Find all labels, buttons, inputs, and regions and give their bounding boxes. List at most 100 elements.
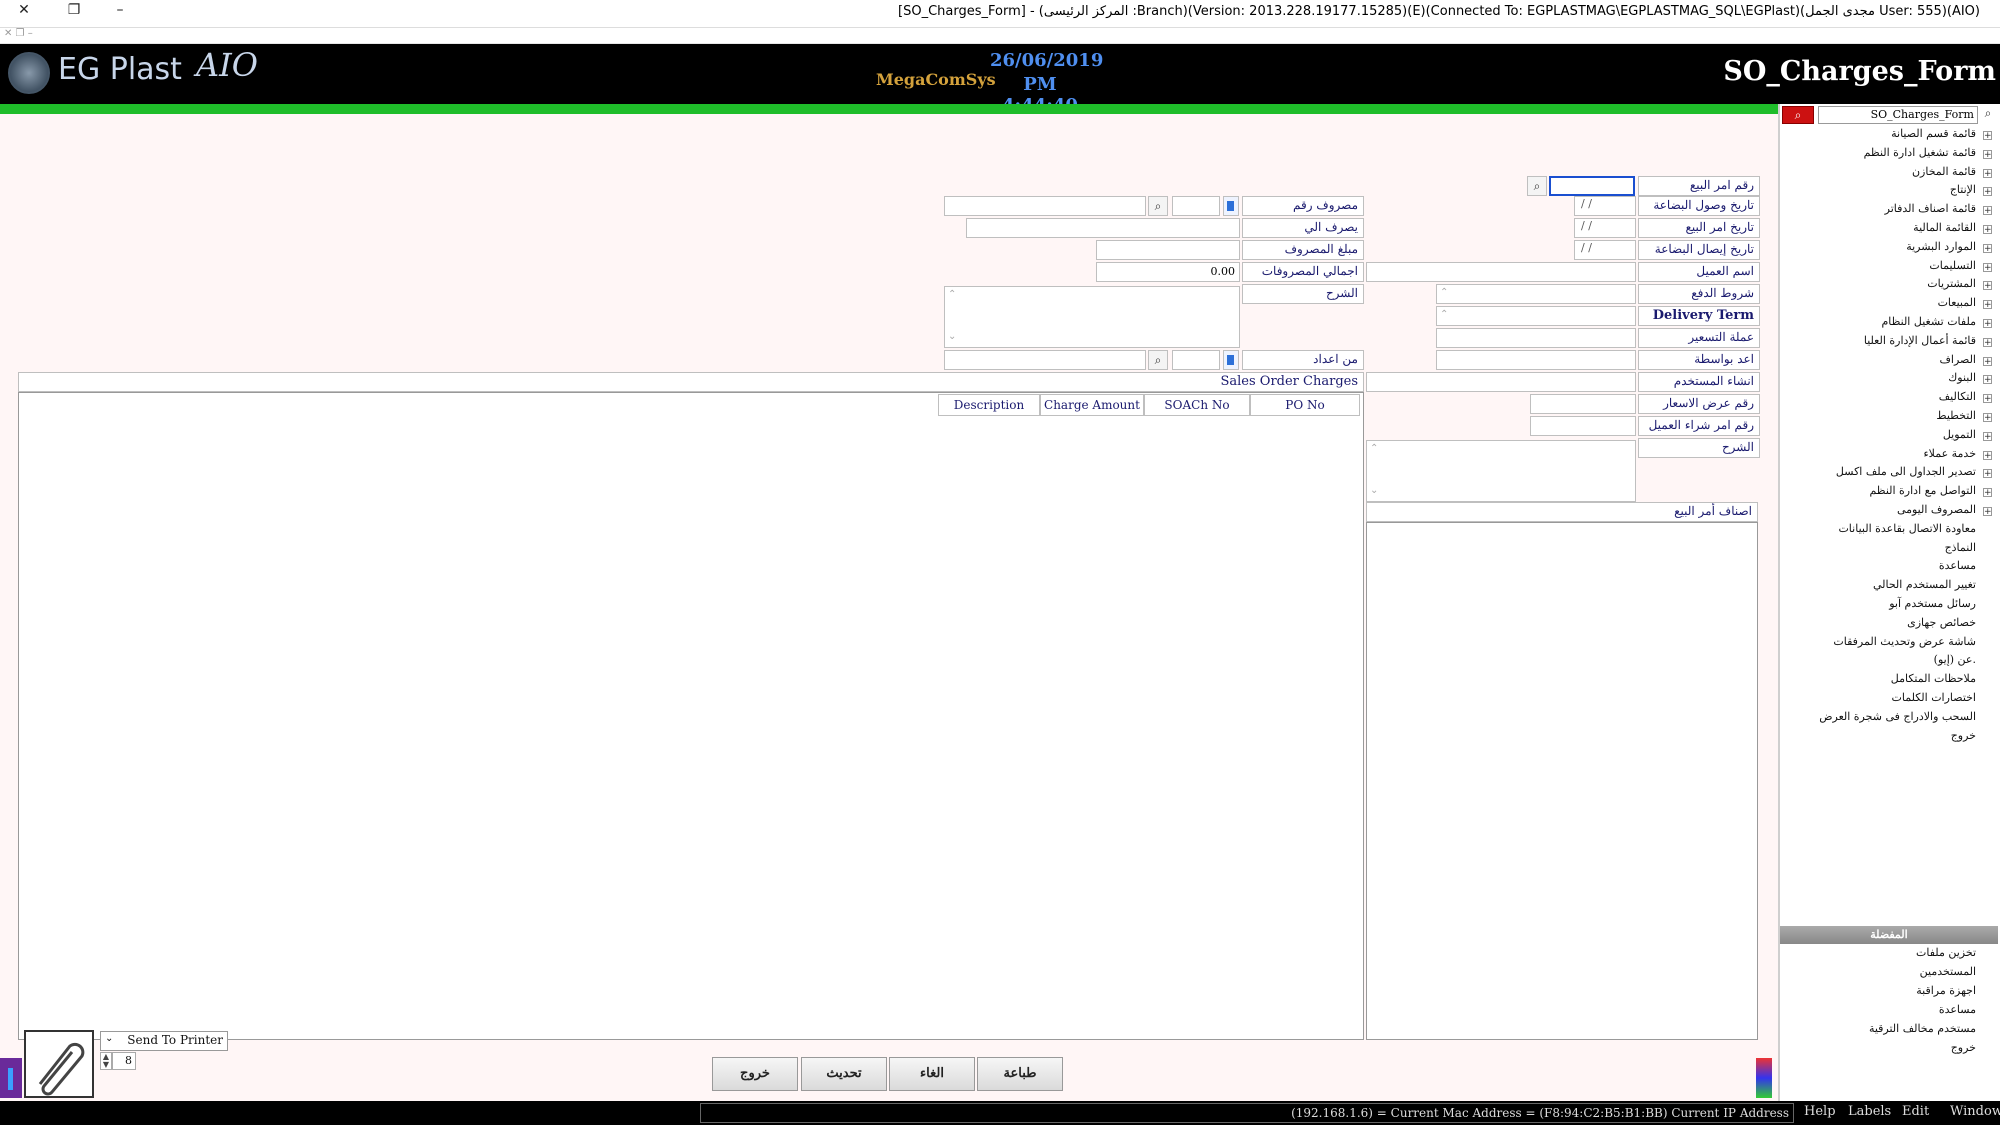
expand-plus-icon[interactable]: +: [1983, 187, 1992, 197]
expand-plus-icon[interactable]: +: [1983, 281, 1992, 291]
expand-plus-icon[interactable]: +: [1983, 507, 1992, 517]
copies-input[interactable]: 8: [112, 1052, 136, 1070]
tree-item[interactable]: مساعدة: [1780, 558, 1998, 576]
tree-item[interactable]: عن (إيو).: [1780, 652, 1998, 670]
prepared-from-search-icon[interactable]: ⌕: [1148, 350, 1168, 370]
tree-item[interactable]: معاودة الاتصال بقاعدة البيانات: [1780, 521, 1998, 539]
delivery-term-select[interactable]: [1436, 306, 1636, 326]
expand-plus-icon[interactable]: +: [1983, 319, 1992, 329]
tree-item[interactable]: النماذج: [1780, 540, 1998, 558]
expand-plus-icon[interactable]: +: [1983, 469, 1992, 479]
created-by-input[interactable]: [1366, 372, 1636, 392]
so-lookup-search-icon[interactable]: ⌕: [1527, 176, 1547, 196]
tree-item[interactable]: قائمة اصناف الدفاتر +: [1780, 201, 1998, 219]
tree-item[interactable]: اختصارات الكلمات: [1780, 690, 1998, 708]
customer-name-input[interactable]: [1366, 262, 1636, 282]
tree-item[interactable]: رسائل مستخدم آبو: [1780, 596, 1998, 614]
expand-plus-icon[interactable]: +: [1983, 149, 1992, 159]
tree-item[interactable]: التواصل مع ادارة النظم +: [1780, 483, 1998, 501]
expand-plus-icon[interactable]: +: [1983, 131, 1992, 141]
expand-plus-icon[interactable]: +: [1983, 356, 1992, 366]
expand-plus-icon[interactable]: +: [1983, 394, 1992, 404]
col-charge-amount[interactable]: Charge Amount: [1040, 394, 1144, 416]
tree-item[interactable]: التكاليف +: [1780, 389, 1998, 407]
tree-item[interactable]: قائمة تشغيل ادارة النظم +: [1780, 145, 1998, 163]
expand-plus-icon[interactable]: +: [1983, 225, 1992, 235]
sidebar-find-icon[interactable]: ⌕: [1980, 106, 1996, 124]
so-date-field[interactable]: / /: [1574, 218, 1636, 238]
prepared-from-input[interactable]: [1172, 350, 1220, 370]
menu-help[interactable]: Help: [1804, 1104, 1836, 1119]
sidebar-search-input[interactable]: SO_Charges_Form: [1818, 106, 1978, 124]
tree-item[interactable]: خصائص جهازى: [1780, 615, 1998, 633]
tree-item[interactable]: المشتريات +: [1780, 276, 1998, 294]
quotation-no-input[interactable]: [1530, 394, 1636, 414]
tree-item[interactable]: البنوك +: [1780, 370, 1998, 388]
prepared-from-picker-icon[interactable]: [1223, 350, 1239, 370]
favorite-item[interactable]: مساعدة: [1939, 1003, 1976, 1016]
expense-lookup-search-icon[interactable]: ⌕: [1148, 196, 1168, 216]
expand-plus-icon[interactable]: +: [1983, 450, 1992, 460]
tree-item[interactable]: التسليمات +: [1780, 258, 1998, 276]
attachment-button[interactable]: [24, 1030, 94, 1098]
expand-plus-icon[interactable]: +: [1983, 262, 1992, 272]
mdi-close-icon[interactable]: ✕ ❐ –: [4, 28, 33, 39]
payment-terms-select[interactable]: [1436, 284, 1636, 304]
favorite-item[interactable]: تخزين ملفات: [1916, 946, 1976, 959]
favorite-item[interactable]: اجهزة مراقبة: [1916, 984, 1976, 997]
update-button[interactable]: تحديث: [801, 1057, 887, 1091]
tree-item[interactable]: ملاحظات المتكامل: [1780, 671, 1998, 689]
minimize-window-button[interactable]: –: [108, 2, 132, 22]
tree-item[interactable]: قائمة قسم الصيانة +: [1780, 126, 1998, 144]
expense-amount-input[interactable]: [1096, 240, 1240, 260]
expand-plus-icon[interactable]: +: [1983, 168, 1992, 178]
prepared-by-input[interactable]: [1436, 350, 1636, 370]
expense-no-input[interactable]: [1172, 196, 1220, 216]
paid-to-input[interactable]: [966, 218, 1240, 238]
expand-plus-icon[interactable]: +: [1983, 375, 1992, 385]
tree-item[interactable]: السحب والادراج فى شجرة العرض: [1780, 709, 1998, 727]
tree-item[interactable]: ملفات تشغيل النظام +: [1780, 314, 1998, 332]
tree-item[interactable]: قائمة أعمال الإدارة العليا +: [1780, 333, 1998, 351]
expand-plus-icon[interactable]: +: [1983, 206, 1992, 216]
expand-plus-icon[interactable]: +: [1983, 488, 1992, 498]
tree-item[interactable]: الصراف +: [1780, 352, 1998, 370]
expand-plus-icon[interactable]: +: [1983, 243, 1992, 253]
cancel-button[interactable]: الغاء: [889, 1057, 975, 1091]
exit-button[interactable]: خروج: [712, 1057, 798, 1091]
so-description-scroll-icon[interactable]: ⌃ ⌄: [1370, 442, 1378, 498]
goods-arrival-date-field[interactable]: / /: [1574, 196, 1636, 216]
col-soach-no[interactable]: SOACh No: [1144, 394, 1250, 416]
favorite-item[interactable]: خروج: [1951, 1041, 1976, 1054]
favorite-item[interactable]: المستخدمين: [1920, 965, 1976, 978]
printer-select[interactable]: ⌄ Send To Printer: [100, 1031, 228, 1051]
charges-grid[interactable]: [18, 392, 1364, 1040]
expand-plus-icon[interactable]: +: [1983, 300, 1992, 310]
restore-window-button[interactable]: ❐: [62, 2, 86, 22]
tree-item[interactable]: تصدير الجداول الى ملف اكسل +: [1780, 464, 1998, 482]
close-window-button[interactable]: ✕: [12, 2, 36, 22]
tree-item[interactable]: خروج: [1780, 728, 1998, 746]
col-description[interactable]: Description: [938, 394, 1040, 416]
menu-edit[interactable]: Edit: [1902, 1104, 1929, 1119]
side-tab-icon[interactable]: [0, 1058, 22, 1098]
expand-plus-icon[interactable]: +: [1983, 431, 1992, 441]
tree-item[interactable]: الإنتاج +: [1780, 182, 1998, 200]
tree-item[interactable]: الموارد البشرية +: [1780, 239, 1998, 257]
expense-description-textarea[interactable]: [944, 286, 1240, 348]
tree-item[interactable]: التخطيط +: [1780, 408, 1998, 426]
print-button[interactable]: طباعة: [977, 1057, 1063, 1091]
expense-description-scroll-icon[interactable]: ⌃ ⌄: [948, 288, 956, 344]
copies-spinner-icon[interactable]: ▲ ▼: [100, 1052, 112, 1070]
sidebar-search-button-icon[interactable]: ⌕: [1782, 106, 1814, 124]
tree-item[interactable]: المبيعات +: [1780, 295, 1998, 313]
so-number-input[interactable]: [1549, 176, 1635, 196]
expand-plus-icon[interactable]: +: [1983, 413, 1992, 423]
tree-item[interactable]: المصروف اليومى +: [1780, 502, 1998, 520]
goods-delivery-date-field[interactable]: / /: [1574, 240, 1636, 260]
col-po-no[interactable]: PO No: [1250, 394, 1360, 416]
expand-plus-icon[interactable]: +: [1983, 337, 1992, 347]
color-palette-icon[interactable]: [1756, 1058, 1772, 1098]
tree-item[interactable]: التمويل +: [1780, 427, 1998, 445]
tree-item[interactable]: القائمة المالية +: [1780, 220, 1998, 238]
